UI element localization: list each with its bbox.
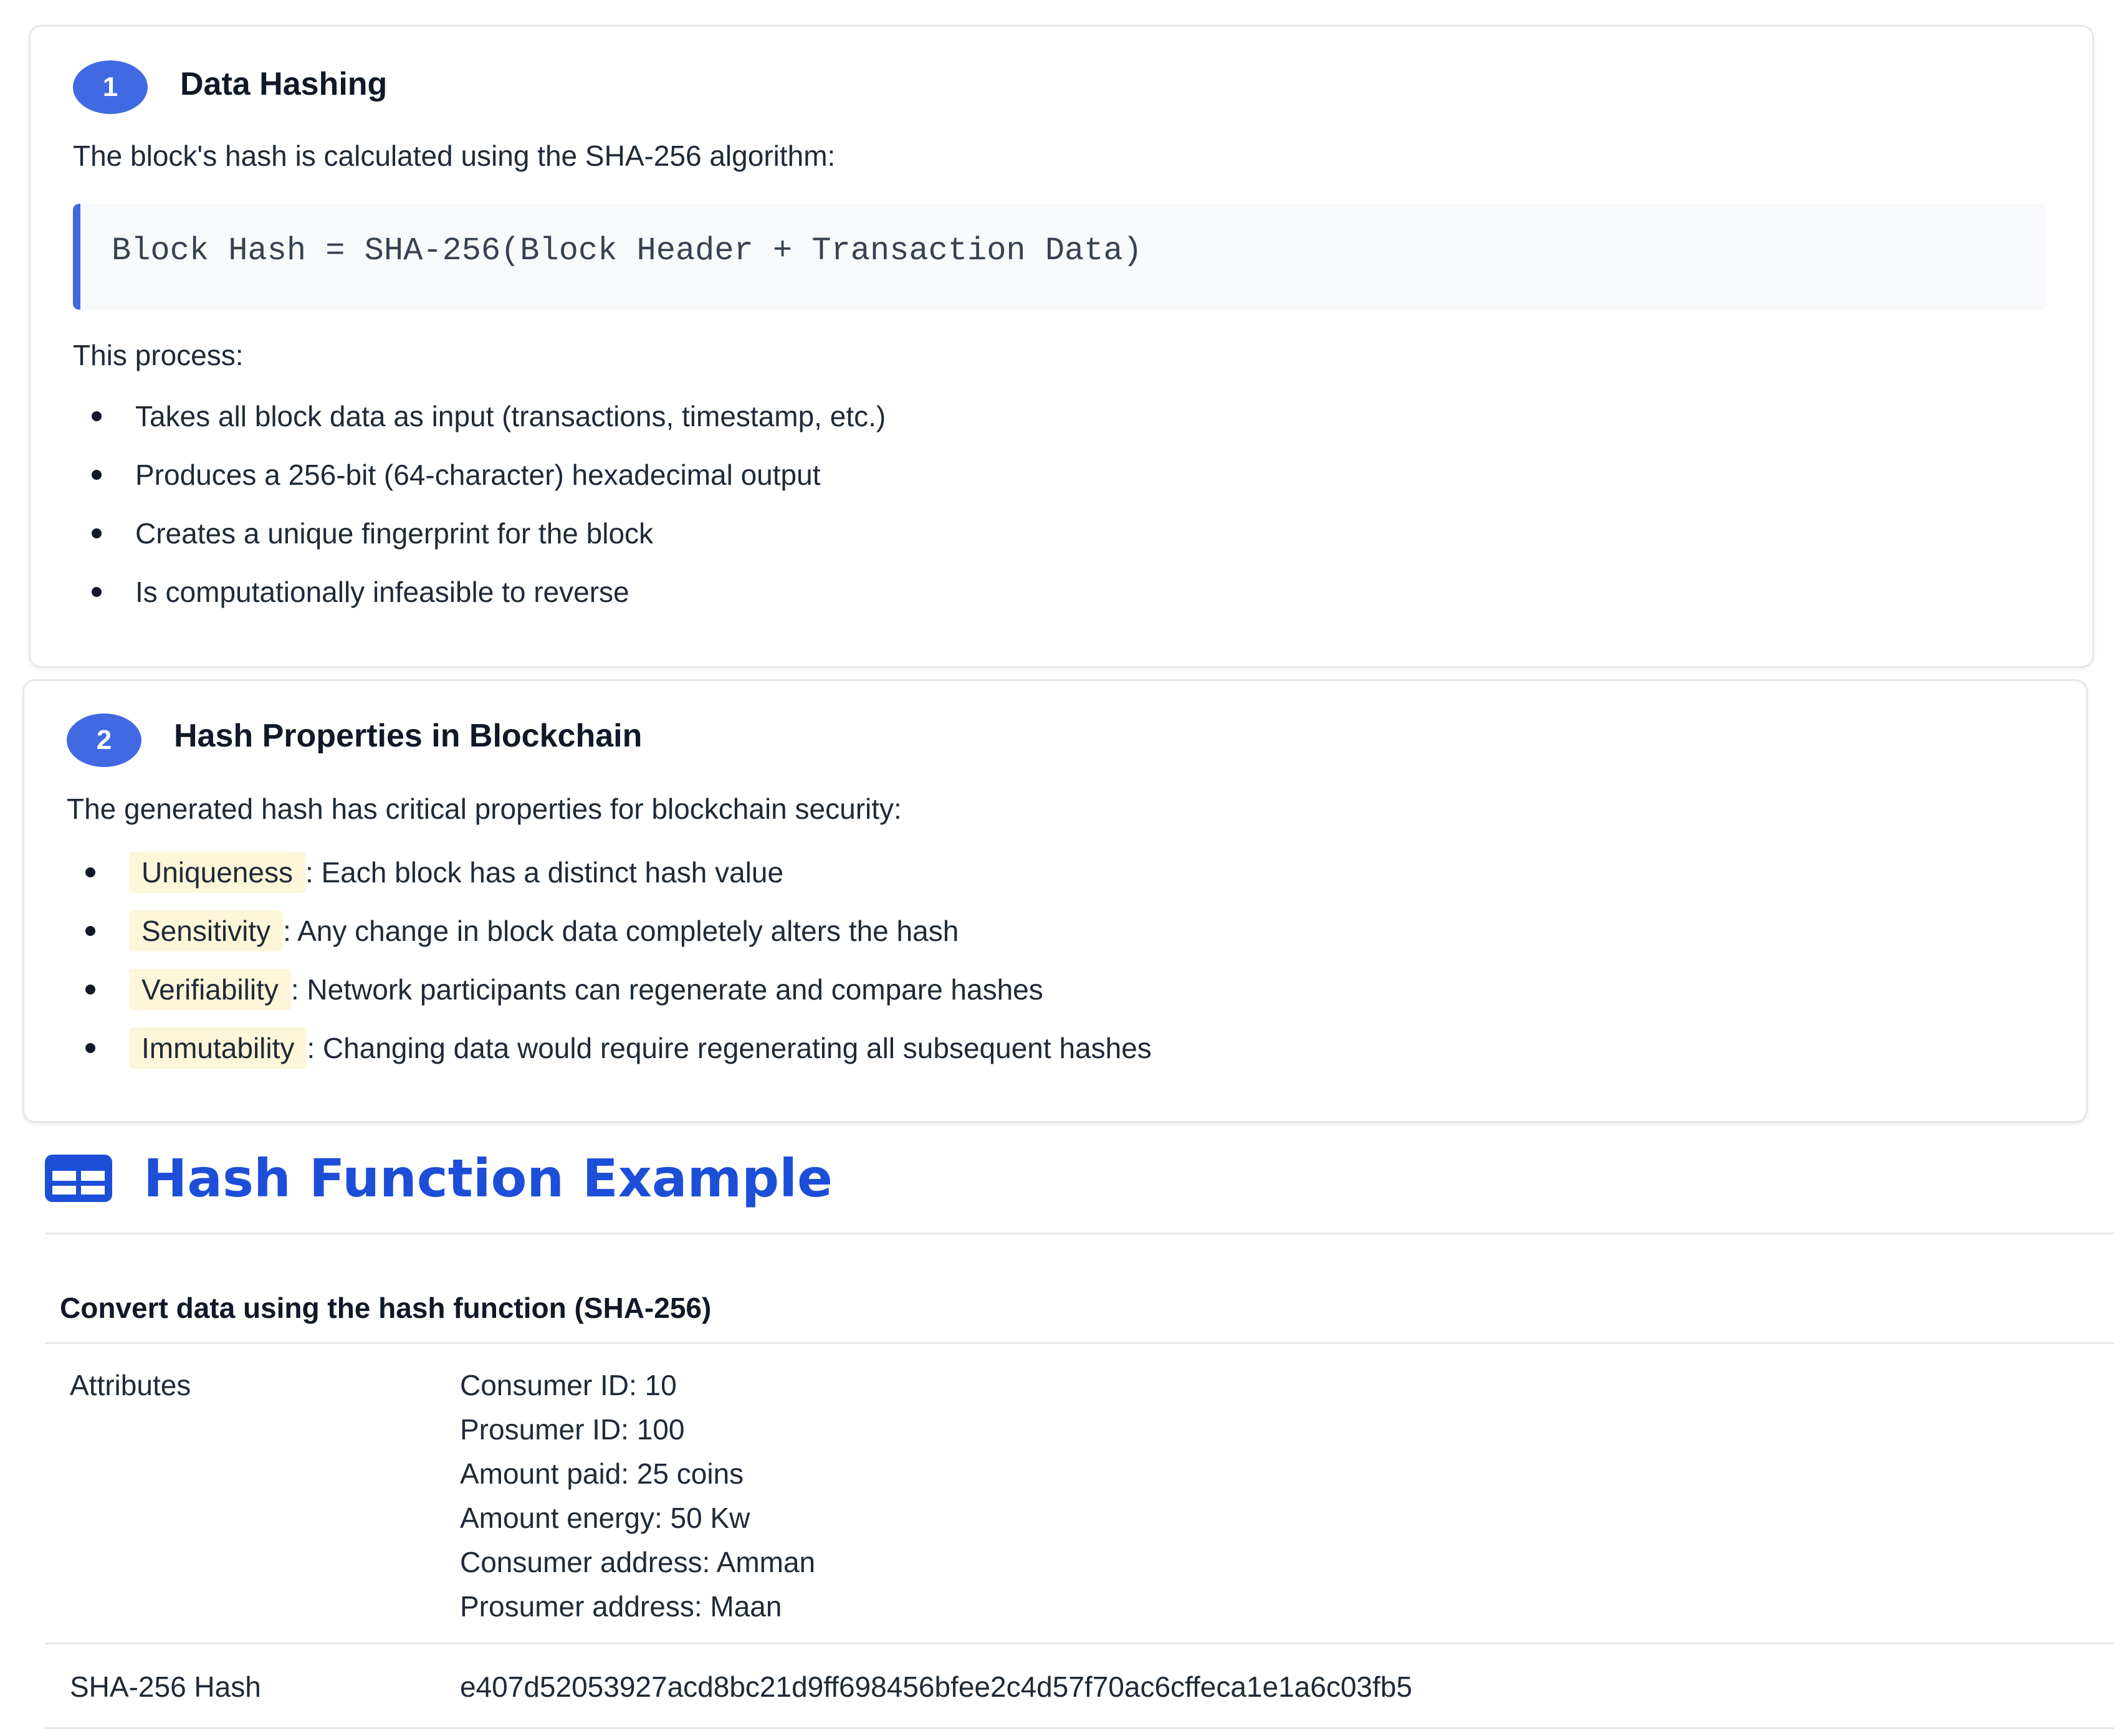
attribute-line: Prosumer address: Maan [460, 1590, 782, 1623]
step-number-badge: 1 [73, 60, 148, 114]
property-term: Immutability [129, 1028, 307, 1069]
properties-list: Uniqueness: Each block has a distinct ha… [77, 843, 1152, 1077]
step-number-badge: 2 [67, 713, 141, 767]
formula-code-block: Block Hash = SHA-256(Block Header + Tran… [73, 204, 2047, 310]
hash-label: SHA-256 Hash [70, 1671, 261, 1703]
bullet-icon [92, 528, 102, 538]
list-item: Uniqueness: Each block has a distinct ha… [77, 843, 1152, 902]
table-icon [45, 1155, 112, 1202]
step-title: Data Hashing [180, 66, 388, 102]
attribute-line: Amount energy: 50 Kw [460, 1502, 750, 1534]
step-intro: The block's hash is calculated using the… [73, 140, 836, 172]
property-description: : Changing data would require regenerati… [307, 1032, 1152, 1064]
attributes-list: Consumer ID: 10 Prosumer ID: 100 Amount … [460, 1363, 815, 1629]
formula-text: Block Hash = SHA-256(Block Header + Tran… [112, 232, 1142, 269]
bullet-icon [85, 1043, 95, 1053]
section-title: Hash Function Example [143, 1148, 833, 1209]
property-term: Uniqueness [129, 852, 305, 893]
list-item: Verifiability: Network participants can … [77, 960, 1152, 1019]
section-divider [45, 1233, 2114, 1234]
process-list: Takes all block data as input (transacti… [83, 387, 886, 621]
list-item: Takes all block data as input (transacti… [83, 387, 886, 446]
list-item: Produces a 256-bit (64-character) hexade… [83, 446, 886, 504]
process-label: This process: [73, 339, 244, 371]
bullet-icon [85, 985, 95, 994]
property-description: : Network participants can regenerate an… [290, 973, 1043, 1006]
property-description: : Each block has a distinct hash value [305, 856, 784, 889]
table-row-divider [45, 1643, 2114, 1644]
step-title: Hash Properties in Blockchain [174, 718, 643, 754]
bullet-icon [85, 867, 95, 877]
list-item: Is computationally infeasible to reverse [83, 563, 886, 621]
table-row-divider [45, 1342, 2114, 1344]
section-heading: Hash Function Example [45, 1148, 833, 1209]
list-item: Sensitivity: Any change in block data co… [77, 902, 1152, 960]
attributes-label: Attributes [70, 1369, 191, 1401]
step-card-data-hashing: 1 Data Hashing The block's hash is calcu… [29, 25, 2094, 668]
step-intro: The generated hash has critical properti… [67, 793, 902, 825]
bullet-icon [92, 411, 102, 421]
step-card-hash-properties: 2 Hash Properties in Blockchain The gene… [22, 679, 2088, 1123]
list-item: Immutability: Changing data would requir… [77, 1019, 1152, 1077]
property-term: Sensitivity [129, 910, 284, 951]
bullet-icon [85, 926, 95, 936]
attribute-line: Consumer address: Amman [460, 1546, 816, 1578]
bullet-icon [92, 470, 102, 480]
table-row-divider [45, 1727, 2114, 1729]
table-title: Convert data using the hash function (SH… [60, 1292, 712, 1324]
hash-value: e407d52053927acd8bc21d9ff698456bfee2c4d5… [460, 1671, 1412, 1703]
attribute-line: Amount paid: 25 coins [460, 1457, 744, 1490]
bullet-icon [92, 587, 102, 597]
list-item: Creates a unique fingerprint for the blo… [83, 504, 886, 563]
attribute-line: Consumer ID: 10 [460, 1369, 677, 1401]
attribute-line: Prosumer ID: 100 [460, 1413, 685, 1446]
property-term: Verifiability [129, 969, 291, 1010]
property-description: : Any change in block data completely al… [283, 915, 959, 947]
